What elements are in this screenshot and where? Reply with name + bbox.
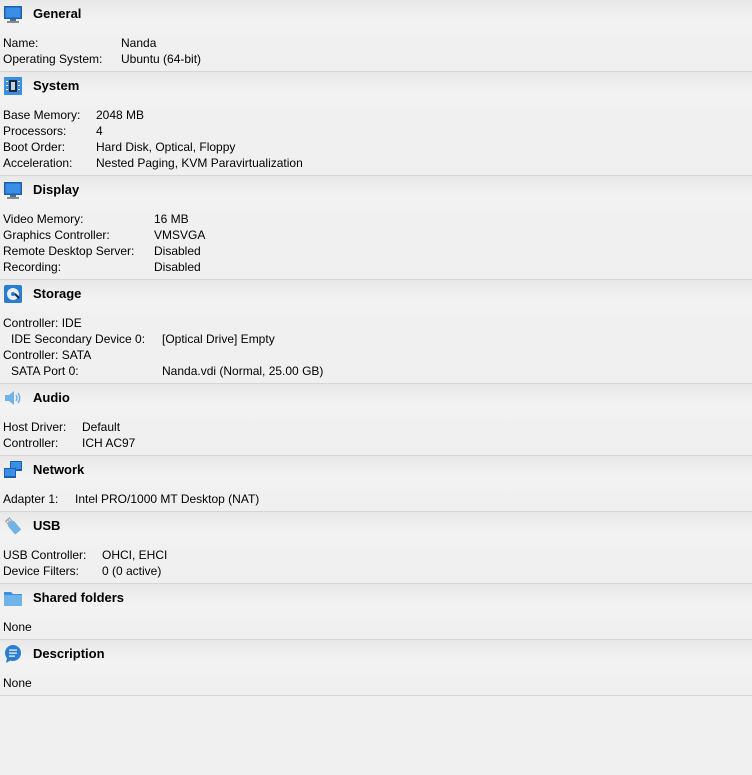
row-label: USB Controller: [3, 548, 87, 562]
row-label: Boot Order: [3, 140, 66, 154]
section-system: System Base Memory: 2048 MB Processors: … [0, 72, 752, 176]
row-value: OHCI, EHCI [102, 548, 168, 562]
row-label: Controller: [3, 436, 59, 450]
speech-bubble-icon [5, 645, 21, 663]
speaker-icon [5, 391, 21, 405]
info-row: Controller: ICH AC97 [3, 435, 752, 451]
section-title[interactable]: Shared folders [33, 590, 124, 606]
storage-controller-ide: Controller: IDE [3, 316, 82, 330]
section-usb: USB USB Controller: OHCI, EHCI Device Fi… [0, 512, 752, 584]
info-row: Base Memory: 2048 MB [3, 107, 752, 123]
row-label: Base Memory: [3, 108, 81, 122]
row-value: ICH AC97 [82, 436, 136, 450]
storage-controller-sata: Controller: SATA [3, 348, 92, 362]
section-title[interactable]: Audio [33, 390, 70, 406]
section-shared-folders: Shared folders None [0, 584, 752, 640]
row-value: [Optical Drive] Empty [162, 332, 275, 346]
section-display-header[interactable]: Display [0, 176, 752, 204]
row-value: 0 (0 active) [102, 564, 162, 578]
info-row: Graphics Controller: VMSVGA [3, 227, 752, 243]
row-value: 4 [96, 124, 103, 138]
info-row: Processors: 4 [3, 123, 752, 139]
info-row: Acceleration: Nested Paging, KVM Paravir… [3, 155, 752, 171]
monitor-icon [4, 182, 22, 199]
row-value: Ubuntu (64-bit) [121, 52, 202, 66]
row-label: Remote Desktop Server: [3, 244, 135, 258]
section-shared-folders-header[interactable]: Shared folders [0, 584, 752, 612]
info-row: USB Controller: OHCI, EHCI [3, 547, 752, 563]
section-title[interactable]: USB [33, 518, 60, 534]
row-value: Nested Paging, KVM Paravirtualization [96, 156, 303, 170]
storage-disk-icon [4, 285, 22, 303]
info-row: Host Driver: Default [3, 419, 752, 435]
section-title[interactable]: Display [33, 182, 79, 198]
section-usb-header[interactable]: USB [0, 512, 752, 540]
section-description: Description None [0, 640, 752, 696]
row-value: Nanda.vdi (Normal, 25.00 GB) [162, 364, 324, 378]
info-row: Recording: Disabled [3, 259, 752, 275]
chip-icon [4, 77, 22, 95]
network-icon [4, 461, 22, 478]
info-row: Adapter 1: Intel PRO/1000 MT Desktop (NA… [3, 491, 752, 507]
section-storage: Storage Controller: IDE IDE Secondary De… [0, 280, 752, 384]
row-label: Name: [3, 36, 39, 50]
section-general-header[interactable]: General [0, 0, 752, 28]
row-value: 16 MB [154, 212, 189, 226]
info-row: Remote Desktop Server: Disabled [3, 243, 752, 259]
row-label: Recording: [3, 260, 62, 274]
row-value: Default [82, 420, 121, 434]
info-row: Name: Nanda [3, 35, 752, 51]
row-label: Device Filters: [3, 564, 80, 578]
description-value: None [3, 676, 32, 690]
row-label: Host Driver: [3, 420, 67, 434]
shared-folders-value: None [3, 620, 32, 634]
row-label: Processors: [3, 124, 67, 138]
section-general: General Name: Nanda Operating System: Ub… [0, 0, 752, 72]
vm-details-pane: General Name: Nanda Operating System: Ub… [0, 0, 752, 696]
row-label: Video Memory: [3, 212, 84, 226]
section-title[interactable]: General [33, 6, 81, 22]
row-value: Nanda [121, 36, 157, 50]
usb-icon [4, 517, 21, 535]
row-label: IDE Secondary Device 0: [11, 332, 146, 346]
row-label: SATA Port 0: [11, 364, 79, 378]
row-value: Hard Disk, Optical, Floppy [96, 140, 236, 154]
section-network: Network Adapter 1: Intel PRO/1000 MT Des… [0, 456, 752, 512]
section-title[interactable]: Description [33, 646, 105, 662]
row-value: VMSVGA [154, 228, 206, 242]
row-label: Adapter 1: [3, 492, 59, 506]
row-value: Intel PRO/1000 MT Desktop (NAT) [75, 492, 260, 506]
section-network-header[interactable]: Network [0, 456, 752, 484]
info-row: IDE Secondary Device 0: [Optical Drive] … [3, 331, 752, 347]
info-row: Device Filters: 0 (0 active) [3, 563, 752, 579]
info-row: Boot Order: Hard Disk, Optical, Floppy [3, 139, 752, 155]
monitor-icon [4, 6, 22, 23]
row-label: Acceleration: [3, 156, 73, 170]
row-value: Disabled [154, 260, 201, 274]
section-display: Display Video Memory: 16 MB Graphics Con… [0, 176, 752, 280]
row-label: Graphics Controller: [3, 228, 110, 242]
section-audio: Audio Host Driver: Default Controller: I… [0, 384, 752, 456]
section-storage-header[interactable]: Storage [0, 280, 752, 308]
row-value: Disabled [154, 244, 201, 258]
section-description-header[interactable]: Description [0, 640, 752, 668]
info-row: Operating System: Ubuntu (64-bit) [3, 51, 752, 67]
info-row: SATA Port 0: Nanda.vdi (Normal, 25.00 GB… [3, 363, 752, 379]
row-label: Operating System: [3, 52, 103, 66]
section-title[interactable]: Network [33, 462, 84, 478]
section-system-header[interactable]: System [0, 72, 752, 100]
row-value: 2048 MB [96, 108, 145, 122]
info-row: Video Memory: 16 MB [3, 211, 752, 227]
section-title[interactable]: System [33, 78, 79, 94]
folder-icon [4, 592, 22, 606]
section-audio-header[interactable]: Audio [0, 384, 752, 412]
section-title[interactable]: Storage [33, 286, 81, 302]
